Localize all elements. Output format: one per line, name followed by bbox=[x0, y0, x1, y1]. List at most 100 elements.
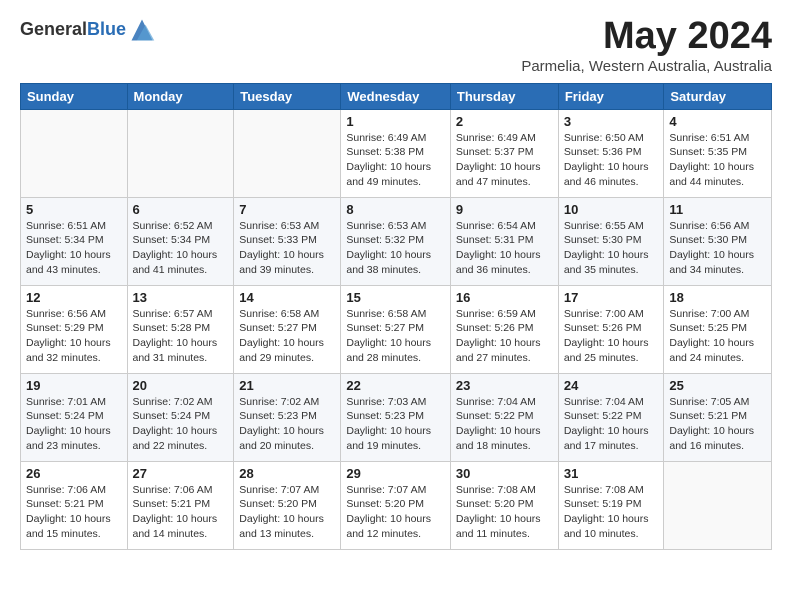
day-number: 9 bbox=[456, 202, 553, 217]
calendar-cell: 16 Sunrise: 6:59 AMSunset: 5:26 PMDayligh… bbox=[450, 285, 558, 373]
day-info: Sunrise: 6:49 AMSunset: 5:38 PMDaylight:… bbox=[346, 131, 445, 190]
day-info: Sunrise: 7:04 AMSunset: 5:22 PMDaylight:… bbox=[564, 395, 659, 454]
day-number: 7 bbox=[239, 202, 335, 217]
logo-general: GeneralBlue bbox=[20, 20, 126, 40]
weekday-header: Sunday bbox=[21, 83, 128, 109]
calendar-week-row: 19 Sunrise: 7:01 AMSunset: 5:24 PMDayligh… bbox=[21, 373, 772, 461]
day-info: Sunrise: 6:49 AMSunset: 5:37 PMDaylight:… bbox=[456, 131, 553, 190]
calendar-cell: 9 Sunrise: 6:54 AMSunset: 5:31 PMDaylight… bbox=[450, 197, 558, 285]
day-info: Sunrise: 7:08 AMSunset: 5:20 PMDaylight:… bbox=[456, 483, 553, 542]
day-info: Sunrise: 6:56 AMSunset: 5:30 PMDaylight:… bbox=[669, 219, 766, 278]
day-number: 25 bbox=[669, 378, 766, 393]
calendar-cell: 28 Sunrise: 7:07 AMSunset: 5:20 PMDayligh… bbox=[234, 461, 341, 549]
day-info: Sunrise: 7:02 AMSunset: 5:23 PMDaylight:… bbox=[239, 395, 335, 454]
calendar-cell: 31 Sunrise: 7:08 AMSunset: 5:19 PMDayligh… bbox=[558, 461, 664, 549]
day-number: 17 bbox=[564, 290, 659, 305]
day-info: Sunrise: 7:01 AMSunset: 5:24 PMDaylight:… bbox=[26, 395, 122, 454]
day-info: Sunrise: 6:53 AMSunset: 5:33 PMDaylight:… bbox=[239, 219, 335, 278]
day-number: 20 bbox=[133, 378, 229, 393]
calendar-cell: 10 Sunrise: 6:55 AMSunset: 5:30 PMDayligh… bbox=[558, 197, 664, 285]
day-number: 22 bbox=[346, 378, 445, 393]
calendar-cell: 7 Sunrise: 6:53 AMSunset: 5:33 PMDaylight… bbox=[234, 197, 341, 285]
day-number: 10 bbox=[564, 202, 659, 217]
day-info: Sunrise: 6:53 AMSunset: 5:32 PMDaylight:… bbox=[346, 219, 445, 278]
calendar-cell bbox=[127, 109, 234, 197]
calendar-cell: 23 Sunrise: 7:04 AMSunset: 5:22 PMDayligh… bbox=[450, 373, 558, 461]
day-number: 4 bbox=[669, 114, 766, 129]
calendar-cell: 17 Sunrise: 7:00 AMSunset: 5:26 PMDayligh… bbox=[558, 285, 664, 373]
day-number: 12 bbox=[26, 290, 122, 305]
weekday-header: Monday bbox=[127, 83, 234, 109]
day-info: Sunrise: 7:07 AMSunset: 5:20 PMDaylight:… bbox=[239, 483, 335, 542]
calendar-week-row: 1 Sunrise: 6:49 AMSunset: 5:38 PMDaylight… bbox=[21, 109, 772, 197]
calendar-cell: 30Sunrise: 7:08 AMSunset: 5:20 PMDayligh… bbox=[450, 461, 558, 549]
calendar-cell: 2 Sunrise: 6:49 AMSunset: 5:37 PMDaylight… bbox=[450, 109, 558, 197]
day-number: 29 bbox=[346, 466, 445, 481]
calendar-cell: 19 Sunrise: 7:01 AMSunset: 5:24 PMDayligh… bbox=[21, 373, 128, 461]
day-info: Sunrise: 6:55 AMSunset: 5:30 PMDaylight:… bbox=[564, 219, 659, 278]
weekday-header: Friday bbox=[558, 83, 664, 109]
day-number: 28 bbox=[239, 466, 335, 481]
calendar-cell: 8Sunrise: 6:53 AMSunset: 5:32 PMDaylight… bbox=[341, 197, 451, 285]
day-number: 26 bbox=[26, 466, 122, 481]
calendar-cell: 26Sunrise: 7:06 AMSunset: 5:21 PMDayligh… bbox=[21, 461, 128, 549]
day-info: Sunrise: 6:52 AMSunset: 5:34 PMDaylight:… bbox=[133, 219, 229, 278]
day-info: Sunrise: 6:58 AMSunset: 5:27 PMDaylight:… bbox=[239, 307, 335, 366]
day-number: 13 bbox=[133, 290, 229, 305]
day-number: 14 bbox=[239, 290, 335, 305]
page-header: GeneralBlue May 2024 Parmelia, Western A… bbox=[20, 16, 772, 75]
day-info: Sunrise: 7:08 AMSunset: 5:19 PMDaylight:… bbox=[564, 483, 659, 542]
weekday-header-row: SundayMondayTuesdayWednesdayThursdayFrid… bbox=[21, 83, 772, 109]
calendar-cell: 29Sunrise: 7:07 AMSunset: 5:20 PMDayligh… bbox=[341, 461, 451, 549]
day-info: Sunrise: 7:02 AMSunset: 5:24 PMDaylight:… bbox=[133, 395, 229, 454]
calendar-cell bbox=[234, 109, 341, 197]
calendar-cell: 11 Sunrise: 6:56 AMSunset: 5:30 PMDayligh… bbox=[664, 197, 772, 285]
calendar-cell: 18 Sunrise: 7:00 AMSunset: 5:25 PMDayligh… bbox=[664, 285, 772, 373]
day-number: 31 bbox=[564, 466, 659, 481]
day-info: Sunrise: 7:04 AMSunset: 5:22 PMDaylight:… bbox=[456, 395, 553, 454]
calendar-cell: 4 Sunrise: 6:51 AMSunset: 5:35 PMDaylight… bbox=[664, 109, 772, 197]
calendar-cell: 14 Sunrise: 6:58 AMSunset: 5:27 PMDayligh… bbox=[234, 285, 341, 373]
calendar-cell: 3Sunrise: 6:50 AMSunset: 5:36 PMDaylight… bbox=[558, 109, 664, 197]
logo: GeneralBlue bbox=[20, 16, 156, 44]
day-info: Sunrise: 6:54 AMSunset: 5:31 PMDaylight:… bbox=[456, 219, 553, 278]
weekday-header: Thursday bbox=[450, 83, 558, 109]
day-info: Sunrise: 7:05 AMSunset: 5:21 PMDaylight:… bbox=[669, 395, 766, 454]
day-info: Sunrise: 7:00 AMSunset: 5:26 PMDaylight:… bbox=[564, 307, 659, 366]
calendar-table: SundayMondayTuesdayWednesdayThursdayFrid… bbox=[20, 83, 772, 550]
calendar-cell: 27 Sunrise: 7:06 AMSunset: 5:21 PMDayligh… bbox=[127, 461, 234, 549]
day-number: 27 bbox=[133, 466, 229, 481]
day-number: 18 bbox=[669, 290, 766, 305]
calendar-cell: 15 Sunrise: 6:58 AMSunset: 5:27 PMDayligh… bbox=[341, 285, 451, 373]
calendar-week-row: 5Sunrise: 6:51 AMSunset: 5:34 PMDaylight… bbox=[21, 197, 772, 285]
day-info: Sunrise: 6:57 AMSunset: 5:28 PMDaylight:… bbox=[133, 307, 229, 366]
day-info: Sunrise: 7:06 AMSunset: 5:21 PMDaylight:… bbox=[133, 483, 229, 542]
day-info: Sunrise: 6:51 AMSunset: 5:35 PMDaylight:… bbox=[669, 131, 766, 190]
day-number: 5 bbox=[26, 202, 122, 217]
day-number: 3 bbox=[564, 114, 659, 129]
day-number: 2 bbox=[456, 114, 553, 129]
location-subtitle: Parmelia, Western Australia, Australia bbox=[521, 58, 772, 75]
day-number: 11 bbox=[669, 202, 766, 217]
day-number: 1 bbox=[346, 114, 445, 129]
day-info: Sunrise: 7:03 AMSunset: 5:23 PMDaylight:… bbox=[346, 395, 445, 454]
day-info: Sunrise: 7:00 AMSunset: 5:25 PMDaylight:… bbox=[669, 307, 766, 366]
calendar-cell: 21Sunrise: 7:02 AMSunset: 5:23 PMDayligh… bbox=[234, 373, 341, 461]
calendar-cell: 5Sunrise: 6:51 AMSunset: 5:34 PMDaylight… bbox=[21, 197, 128, 285]
calendar-cell: 25 Sunrise: 7:05 AMSunset: 5:21 PMDayligh… bbox=[664, 373, 772, 461]
weekday-header: Tuesday bbox=[234, 83, 341, 109]
calendar-cell: 6 Sunrise: 6:52 AMSunset: 5:34 PMDaylight… bbox=[127, 197, 234, 285]
day-info: Sunrise: 6:58 AMSunset: 5:27 PMDaylight:… bbox=[346, 307, 445, 366]
calendar-cell: 12Sunrise: 6:56 AMSunset: 5:29 PMDayligh… bbox=[21, 285, 128, 373]
day-number: 15 bbox=[346, 290, 445, 305]
weekday-header: Saturday bbox=[664, 83, 772, 109]
calendar-cell: 20 Sunrise: 7:02 AMSunset: 5:24 PMDayligh… bbox=[127, 373, 234, 461]
logo-icon bbox=[128, 16, 156, 44]
title-area: May 2024 Parmelia, Western Australia, Au… bbox=[521, 16, 772, 75]
day-number: 19 bbox=[26, 378, 122, 393]
day-number: 23 bbox=[456, 378, 553, 393]
day-number: 6 bbox=[133, 202, 229, 217]
day-info: Sunrise: 6:59 AMSunset: 5:26 PMDaylight:… bbox=[456, 307, 553, 366]
day-number: 16 bbox=[456, 290, 553, 305]
day-number: 24 bbox=[564, 378, 659, 393]
